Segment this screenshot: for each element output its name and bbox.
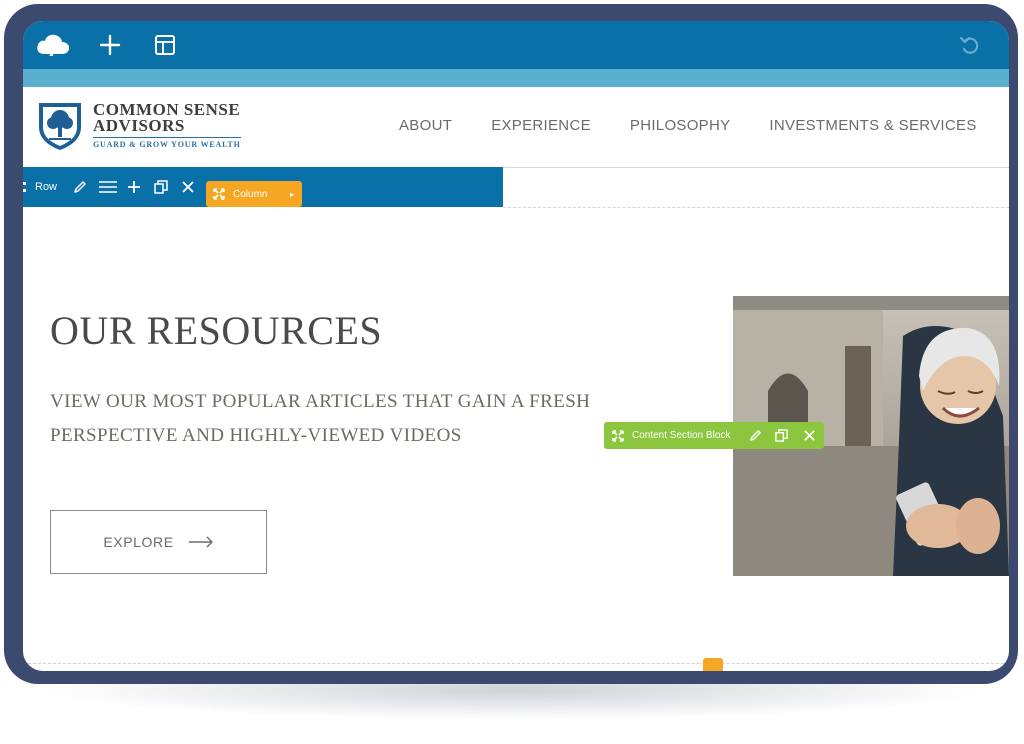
chevron-right-icon: ▸ <box>289 189 294 199</box>
duplicate-icon[interactable] <box>775 429 788 442</box>
explore-label: EXPLORE <box>103 534 174 550</box>
content-section-block-label: Content Section Block <box>632 430 731 441</box>
nav-philosophy[interactable]: PHILOSOPHY <box>630 117 731 134</box>
nav-investments-services[interactable]: INVESTMENTS & SERVICES <box>769 117 976 134</box>
nav-about[interactable]: ABOUT <box>399 117 452 134</box>
tablet-frame: COMMON SENSE ADVISORS GUARD & GROW YOUR … <box>4 4 1018 684</box>
row-label[interactable]: Row <box>35 167 57 207</box>
plus-icon[interactable] <box>127 167 143 207</box>
logo-tagline: GUARD & GROW YOUR WEALTH <box>93 136 241 149</box>
editor-screen: COMMON SENSE ADVISORS GUARD & GROW YOUR … <box>23 21 1009 671</box>
explore-button[interactable]: EXPLORE <box>50 510 267 574</box>
logo-wordmark: COMMON SENSE ADVISORS GUARD & GROW YOUR … <box>93 101 241 149</box>
drag-icon[interactable] <box>23 167 31 207</box>
arrow-right-icon <box>188 536 213 548</box>
site-logo[interactable]: COMMON SENSE ADVISORS GUARD & GROW YOUR … <box>35 99 241 151</box>
column-label: Column <box>233 188 268 200</box>
pencil-icon[interactable] <box>749 429 762 442</box>
editor-subbar <box>23 69 1009 87</box>
nav-experience[interactable]: EXPERIENCE <box>491 117 591 134</box>
cloud-icon[interactable] <box>33 29 73 61</box>
menu-icon[interactable] <box>98 167 118 207</box>
editor-topbar <box>23 21 1009 69</box>
content-section-block-tag[interactable]: Content Section Block <box>604 422 824 449</box>
column-tag[interactable]: Column ▸ <box>206 181 302 207</box>
section-boundary <box>23 663 1009 664</box>
close-icon[interactable] <box>181 167 197 207</box>
layout-icon[interactable] <box>150 29 180 61</box>
row-boundary <box>503 207 1009 208</box>
close-icon[interactable] <box>803 429 816 442</box>
pencil-icon[interactable] <box>73 167 89 207</box>
section-handle[interactable] <box>703 658 723 671</box>
page-subtitle: VIEW OUR MOST POPULAR ARTICLES THAT GAIN… <box>50 391 591 446</box>
logo-line-2: ADVISORS <box>93 115 185 135</box>
site-nav: ABOUT EXPERIENCE PHILOSOPHY INVESTMENTS … <box>399 117 1009 134</box>
undo-icon[interactable] <box>955 29 985 61</box>
expand-icon <box>612 429 624 442</box>
duplicate-icon[interactable] <box>154 167 170 207</box>
add-icon[interactable] <box>95 29 125 61</box>
expand-icon <box>213 188 225 200</box>
tree-shield-icon <box>39 103 81 150</box>
site-header: COMMON SENSE ADVISORS GUARD & GROW YOUR … <box>23 87 1009 168</box>
page-title: OUR RESOURCES <box>50 308 383 353</box>
